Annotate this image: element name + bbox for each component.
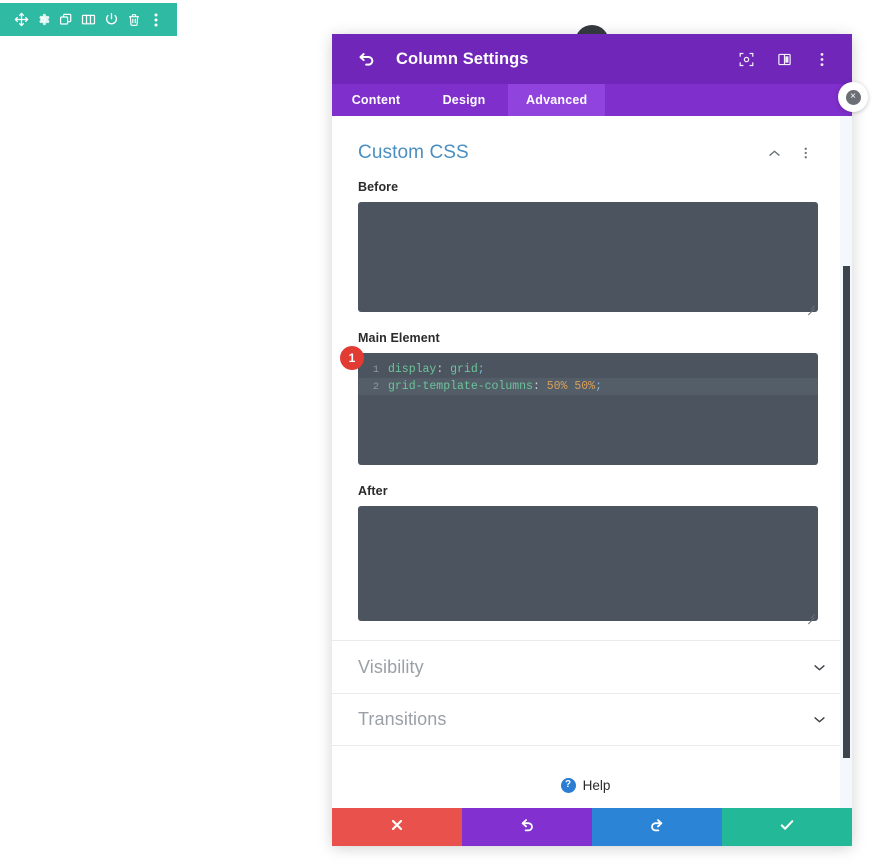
close-icon bbox=[390, 818, 404, 837]
scrollbar-track[interactable] bbox=[840, 116, 852, 808]
code-line-number: 1 bbox=[372, 363, 379, 376]
split-view-icon[interactable] bbox=[776, 51, 792, 67]
help-label[interactable]: Help bbox=[583, 778, 611, 793]
resize-handle[interactable] bbox=[806, 300, 815, 309]
help-row: ? Help bbox=[332, 746, 839, 808]
column-settings-modal: Column Settings Content Design Advanced bbox=[332, 25, 852, 846]
expand-icon[interactable] bbox=[738, 51, 754, 67]
main-element-field-label: Main Element bbox=[358, 331, 440, 345]
before-css-textarea[interactable] bbox=[358, 202, 818, 312]
code-line-text: grid-template-columns: 50% 50%; bbox=[388, 380, 602, 393]
page-title: Column Settings bbox=[396, 49, 529, 68]
chevron-up-icon[interactable] bbox=[767, 146, 781, 160]
code-line[interactable]: 2 grid-template-columns: 50% 50%; bbox=[358, 378, 818, 395]
section-title-visibility: Visibility bbox=[358, 656, 424, 677]
columns-icon[interactable] bbox=[79, 10, 99, 30]
code-line[interactable]: 1 display: grid; bbox=[358, 361, 818, 378]
back-arrow-icon[interactable] bbox=[356, 49, 376, 69]
tab-advanced[interactable]: Advanced bbox=[508, 84, 606, 116]
modal-header: Column Settings bbox=[332, 34, 852, 84]
after-css-textarea[interactable] bbox=[358, 506, 818, 621]
custom-css-header: Custom CSS bbox=[358, 142, 813, 164]
tab-content[interactable]: Content bbox=[332, 84, 420, 116]
custom-css-panel: Custom CSS Before Main Element 1 1 displ… bbox=[332, 116, 839, 621]
trash-icon[interactable] bbox=[124, 10, 144, 30]
main-element-code-editor-wrapper: 1 1 display: grid; 2 grid-template-columns:… bbox=[340, 346, 818, 465]
undo-button[interactable] bbox=[462, 808, 592, 846]
element-toolbar bbox=[0, 3, 177, 36]
modal-footer bbox=[332, 808, 852, 846]
more-vertical-icon[interactable] bbox=[799, 146, 813, 160]
before-field-label: Before bbox=[358, 180, 399, 194]
power-icon[interactable] bbox=[101, 10, 121, 30]
main-element-code-editor[interactable]: 1 display: grid; 2 grid-template-columns: 5… bbox=[358, 353, 818, 465]
move-icon[interactable] bbox=[11, 10, 31, 30]
modal-tabs: Content Design Advanced bbox=[332, 84, 852, 116]
duplicate-icon[interactable] bbox=[56, 10, 76, 30]
scrollbar-thumb[interactable] bbox=[843, 266, 850, 758]
step-badge: 1 bbox=[340, 346, 364, 370]
more-vertical-icon[interactable] bbox=[146, 10, 166, 30]
more-vertical-icon[interactable] bbox=[814, 51, 830, 67]
redo-icon bbox=[649, 817, 665, 838]
code-line-number: 2 bbox=[372, 380, 379, 393]
resize-handle[interactable] bbox=[806, 609, 815, 618]
section-visibility[interactable]: Visibility bbox=[332, 640, 852, 693]
help-icon[interactable]: ? bbox=[560, 777, 576, 793]
check-icon bbox=[779, 817, 795, 838]
save-button[interactable] bbox=[722, 808, 852, 846]
modal-body: Custom CSS Before Main Element 1 1 displ… bbox=[332, 116, 852, 808]
section-transitions[interactable]: Transitions bbox=[332, 693, 852, 746]
undo-icon bbox=[519, 817, 535, 838]
section-title: Custom CSS bbox=[358, 142, 469, 163]
chevron-down-icon[interactable] bbox=[812, 660, 826, 674]
after-field-label: After bbox=[358, 484, 388, 498]
cancel-button[interactable] bbox=[332, 808, 462, 846]
tab-design[interactable]: Design bbox=[420, 84, 508, 116]
chevron-down-icon[interactable] bbox=[812, 713, 826, 727]
redo-button[interactable] bbox=[592, 808, 722, 846]
collapsed-sections: Visibility Transitions bbox=[332, 640, 852, 746]
close-modal-button[interactable]: × bbox=[838, 82, 868, 112]
code-line-text: display: grid; bbox=[388, 363, 485, 376]
section-title-transitions: Transitions bbox=[358, 709, 447, 729]
gear-icon[interactable] bbox=[34, 10, 54, 30]
close-icon: × bbox=[845, 89, 861, 105]
